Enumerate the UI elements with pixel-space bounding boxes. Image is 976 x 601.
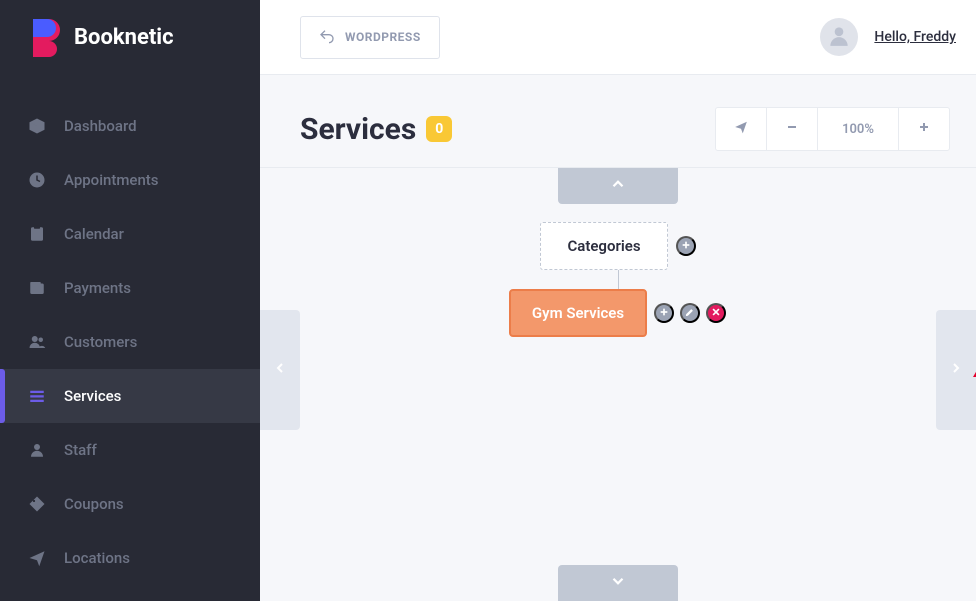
pencil-icon [685, 306, 695, 321]
user-area: Hello, Freddy [820, 18, 956, 56]
plus-icon [681, 239, 691, 254]
logo-icon [30, 19, 60, 57]
location-icon [734, 120, 748, 138]
chevron-right-icon [948, 360, 964, 380]
plus-icon [918, 121, 930, 137]
chevron-left-icon [272, 360, 288, 380]
user-greeting[interactable]: Hello, Freddy [874, 29, 956, 45]
tree-connector [618, 270, 619, 290]
sidebar-item-coupons[interactable]: Coupons [0, 477, 260, 531]
bars-icon [28, 387, 46, 405]
sidebar-item-label: Payments [64, 279, 131, 297]
close-icon [711, 306, 721, 321]
delete-category-button[interactable] [706, 303, 726, 323]
sidebar-item-label: Locations [64, 549, 130, 567]
zoom-in-button[interactable] [898, 107, 950, 151]
category-node[interactable]: Gym Services [510, 290, 646, 336]
logo[interactable]: Booknetic [0, 0, 260, 75]
wordpress-back-label: WORDPRESS [345, 30, 421, 44]
brand-name: Booknetic [74, 25, 174, 50]
sidebar-item-label: Calendar [64, 225, 124, 243]
sidebar-item-locations[interactable]: Locations [0, 531, 260, 585]
add-subcategory-button[interactable] [654, 303, 674, 323]
topbar: WORDPRESS Hello, Freddy [260, 0, 976, 75]
wordpress-back-button[interactable]: WORDPRESS [300, 16, 440, 59]
sidebar-item-payments[interactable]: Payments [0, 261, 260, 315]
sidebar-item-label: Appointments [64, 171, 159, 189]
scroll-left-button[interactable] [260, 310, 300, 430]
sidebar-item-label: Services [64, 387, 121, 405]
sidebar-item-label: Staff [64, 441, 97, 459]
edit-category-button[interactable] [680, 303, 700, 323]
box-icon [28, 117, 46, 135]
chevron-up-icon [609, 175, 627, 197]
user-icon [28, 441, 46, 459]
avatar[interactable] [820, 18, 858, 56]
add-category-button[interactable] [676, 236, 696, 256]
sidebar-item-calendar[interactable]: Calendar [0, 207, 260, 261]
tag-icon [28, 495, 46, 513]
zoom-controls: 100% [716, 107, 950, 151]
sidebar-item-staff[interactable]: Staff [0, 423, 260, 477]
sidebar: Booknetic Dashboard Appointments Calenda… [0, 0, 260, 601]
sidebar-item-label: Coupons [64, 495, 124, 513]
sidebar-item-label: Customers [64, 333, 137, 351]
sidebar-item-services[interactable]: Services [0, 369, 260, 423]
page-title: Services [300, 112, 416, 147]
clock-icon [28, 171, 46, 189]
wallet-icon [28, 279, 46, 297]
clipboard-icon [28, 225, 46, 243]
scroll-down-button[interactable] [558, 565, 678, 601]
zoom-percent: 100% [817, 107, 899, 151]
chevron-down-icon [609, 572, 627, 594]
main: WORDPRESS Hello, Freddy Services 0 [260, 0, 976, 601]
category-tree: Categories Gym Services [510, 222, 726, 336]
scroll-up-button[interactable] [558, 168, 678, 204]
root-category-node[interactable]: Categories [540, 222, 668, 270]
services-count-badge: 0 [426, 116, 452, 142]
zoom-out-button[interactable] [766, 107, 818, 151]
sidebar-item-dashboard[interactable]: Dashboard [0, 99, 260, 153]
back-arrow-icon [319, 28, 335, 47]
tree-canvas: Categories Gym Services [260, 168, 976, 601]
locate-button[interactable] [715, 107, 767, 151]
sidebar-item-label: Dashboard [64, 117, 137, 135]
nav: Dashboard Appointments Calendar Payments… [0, 75, 260, 585]
users-icon [28, 333, 46, 351]
sidebar-item-appointments[interactable]: Appointments [0, 153, 260, 207]
avatar-icon [826, 22, 852, 52]
plane-icon [28, 549, 46, 567]
page-header: Services 0 100% [260, 75, 976, 168]
scroll-right-button[interactable] [936, 310, 976, 430]
sidebar-item-customers[interactable]: Customers [0, 315, 260, 369]
minus-icon [786, 121, 798, 137]
plus-icon [659, 306, 669, 321]
